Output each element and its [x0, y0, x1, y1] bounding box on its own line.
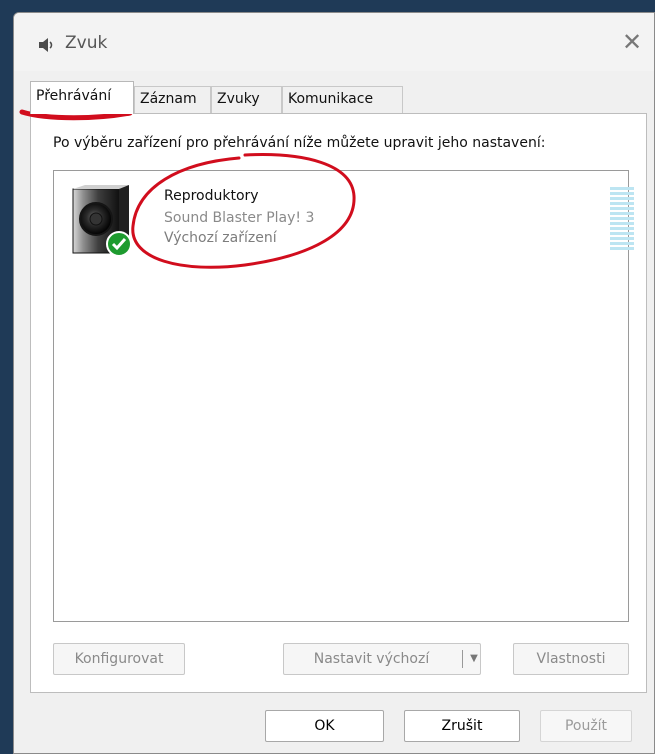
- cancel-button[interactable]: Zrušit: [404, 710, 520, 742]
- tab-komunikace[interactable]: Komunikace: [282, 86, 403, 113]
- level-meter: [610, 187, 634, 253]
- device-item[interactable]: Reproduktory Sound Blaster Play! 3 Výcho…: [62, 179, 634, 259]
- sound-dialog: Zvuk ✕ Přehrávání Záznam Zvuky Komunikac…: [13, 12, 655, 754]
- apply-button[interactable]: Použít: [540, 710, 632, 742]
- instruction-text: Po výběru zařízení pro přehrávání níže m…: [53, 135, 546, 151]
- dialog-button-bar: OK Zrušit Použít: [14, 693, 654, 753]
- device-name: Reproduktory: [164, 188, 259, 204]
- green-check-icon: [106, 231, 132, 257]
- ok-button[interactable]: OK: [265, 710, 384, 742]
- device-subtitle: Sound Blaster Play! 3: [164, 210, 315, 226]
- properties-button[interactable]: Vlastnosti: [513, 643, 629, 675]
- title-bar: Zvuk ✕: [14, 13, 654, 71]
- split-divider: [462, 650, 463, 668]
- tab-zvuky[interactable]: Zvuky: [211, 86, 282, 113]
- tab-prehravani[interactable]: Přehrávání: [30, 81, 134, 114]
- close-icon[interactable]: ✕: [614, 27, 650, 57]
- set-default-label: Nastavit výchozí: [313, 651, 430, 667]
- speaker-icon: [39, 38, 53, 52]
- chevron-down-icon[interactable]: ▼: [466, 644, 482, 674]
- device-status: Výchozí zařízení: [164, 230, 277, 246]
- tab-zaznam[interactable]: Záznam: [134, 86, 211, 113]
- configure-button[interactable]: Konfigurovat: [53, 643, 185, 675]
- device-list[interactable]: Reproduktory Sound Blaster Play! 3 Výcho…: [53, 170, 634, 622]
- set-default-button[interactable]: Nastavit výchozí ▼: [283, 643, 481, 675]
- window-title: Zvuk: [65, 33, 108, 53]
- playback-panel: Po výběru zařízení pro přehrávání níže m…: [30, 113, 647, 693]
